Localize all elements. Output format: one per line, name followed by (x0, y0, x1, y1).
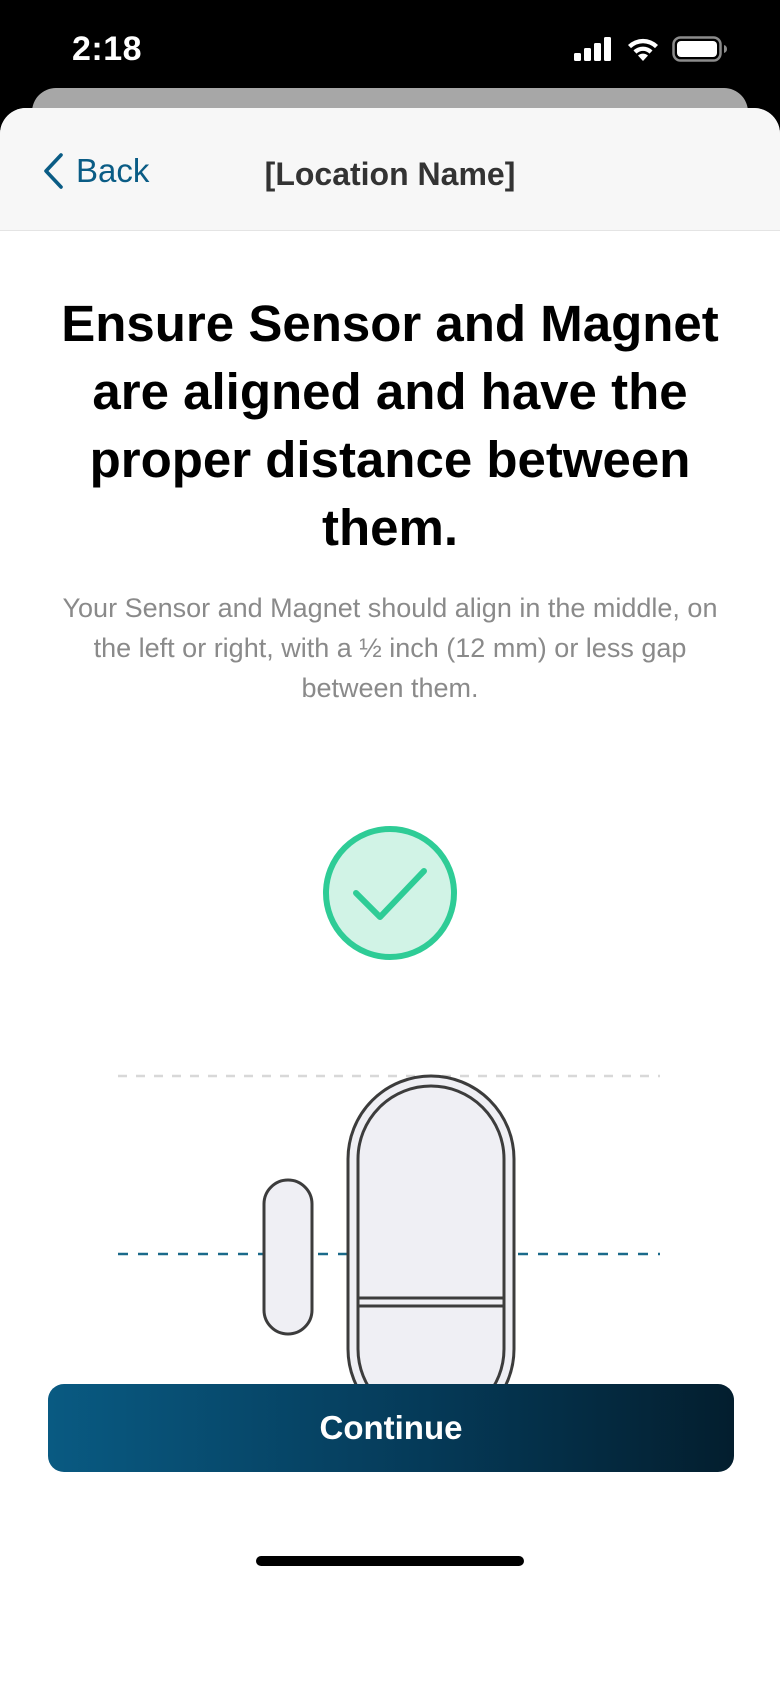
continue-button[interactable]: Continue (48, 1384, 734, 1472)
home-indicator[interactable] (256, 1556, 524, 1566)
nav-title: [Location Name] (264, 156, 516, 192)
magnet-icon (262, 1178, 314, 1336)
sensor-icon (346, 1074, 516, 1434)
page-description: Your Sensor and Magnet should align in t… (62, 593, 718, 703)
sensor-magnet-illustration (118, 1074, 660, 1434)
navigation-bar: Back [Location Name] (0, 108, 780, 231)
page-title: Ensure Sensor and Magnet are aligned and… (61, 295, 719, 556)
status-time: 2:18 (72, 30, 143, 68)
cellular-signal-icon (574, 37, 611, 61)
checkmark-circle-icon (323, 826, 457, 960)
status-icons (574, 36, 728, 62)
wifi-icon (628, 38, 658, 61)
battery-icon (672, 36, 727, 62)
